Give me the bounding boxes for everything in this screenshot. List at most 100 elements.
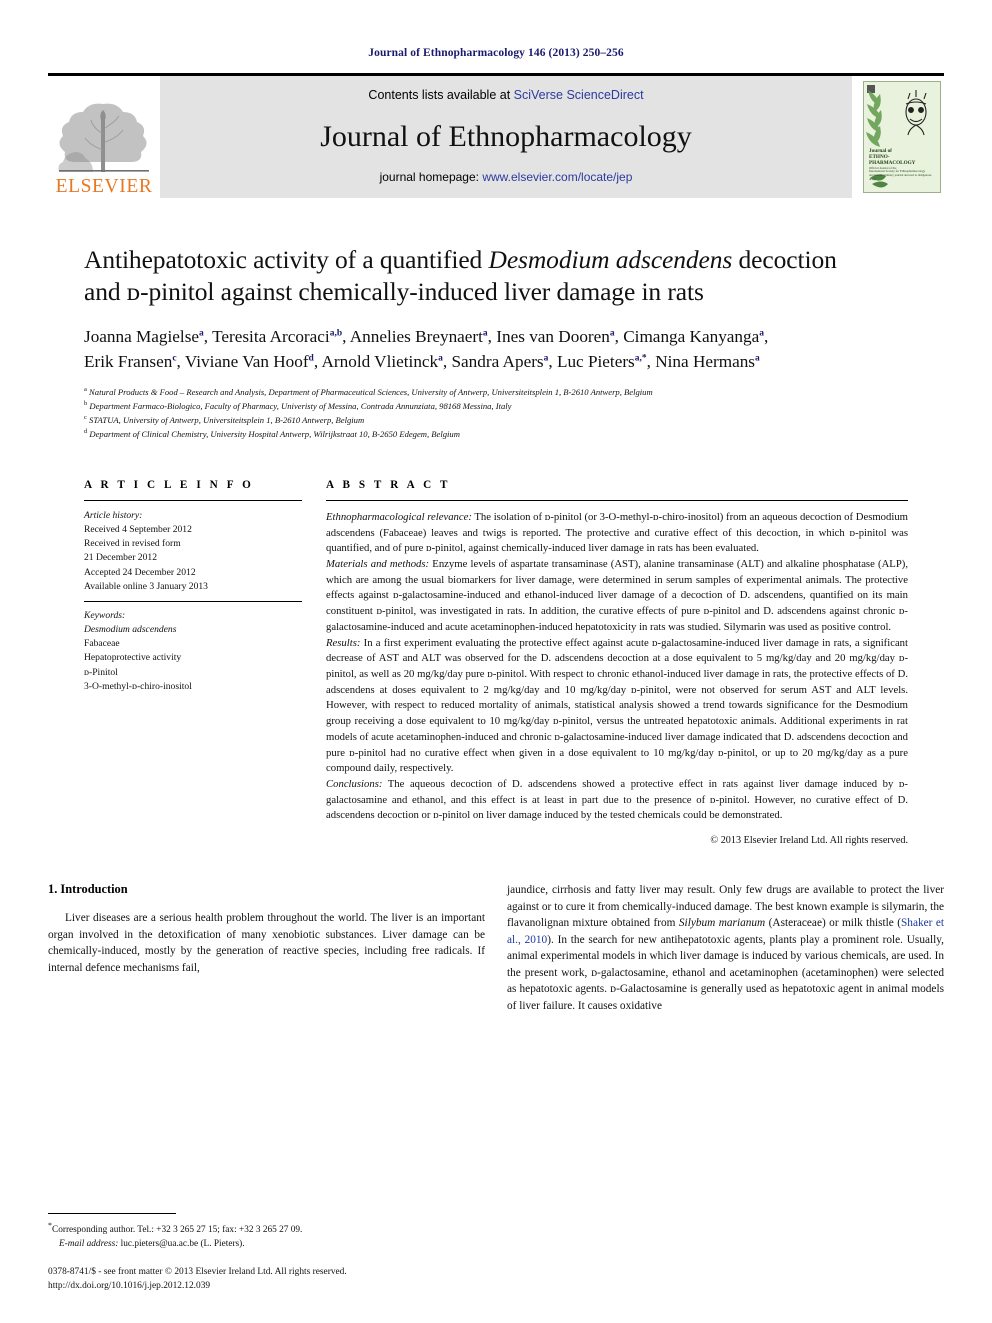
abstract-paragraph-label: Results: bbox=[326, 636, 361, 649]
author-affil-mark: a bbox=[438, 352, 443, 363]
body-paragraph-right: jaundice, cirrhosis and fatty liver may … bbox=[507, 882, 944, 1014]
body-column-left: 1. Introduction Liver diseases are a ser… bbox=[48, 882, 485, 1014]
email-label: E-mail address: bbox=[59, 1238, 119, 1249]
author-item[interactable]: Teresita Arcoracia,b bbox=[212, 327, 342, 346]
affiliation-mark: b bbox=[84, 400, 88, 408]
homepage-url-link[interactable]: www.elsevier.com/locate/jep bbox=[482, 170, 632, 184]
history-item: 21 December 2012 bbox=[84, 552, 157, 564]
author-item[interactable]: Nina Hermansa bbox=[655, 352, 760, 371]
author-affil-mark: a bbox=[482, 328, 488, 339]
affiliation-text: Natural Products & Food – Research and A… bbox=[89, 386, 653, 397]
contents-available-line: Contents lists available at SciVerse Sci… bbox=[368, 88, 643, 102]
history-item: Available online 3 January 2013 bbox=[84, 580, 208, 592]
contents-prefix: Contents lists available at bbox=[368, 88, 511, 102]
body-columns: 1. Introduction Liver diseases are a ser… bbox=[48, 882, 944, 1014]
journal-cover-thumbnail: Journal of ETHNO- PHARMACOLOGY Official … bbox=[852, 76, 944, 198]
elsevier-logo: ELSEVIER bbox=[48, 76, 160, 198]
body-species-name: Silybum marianum bbox=[678, 917, 766, 930]
publisher-footer: 0378-8741/$ - see front matter © 2013 El… bbox=[48, 1265, 478, 1293]
author-affil-mark: c bbox=[172, 352, 177, 363]
article-info-heading: A R T I C L E I N F O bbox=[84, 478, 254, 491]
affiliation-list: a Natural Products & Food – Research and… bbox=[84, 385, 908, 441]
article-history: Article history: Received 4 September 20… bbox=[84, 509, 302, 594]
footnote-area: *Corresponding author. Tel.: +32 3 265 2… bbox=[48, 1213, 478, 1293]
author-name: Teresita Arcoraci bbox=[212, 327, 330, 347]
abstract-paragraph: Ethnopharmacological relevance: The isol… bbox=[326, 510, 908, 557]
homepage-prefix: journal homepage: bbox=[379, 170, 479, 184]
keyword-list: Keywords: Desmodium adscendens Fabaceae … bbox=[84, 609, 302, 694]
doi-line[interactable]: http://dx.doi.org/10.1016/j.jep.2012.12.… bbox=[48, 1279, 478, 1293]
author-name: Annelies Breynaert bbox=[349, 327, 483, 347]
affiliation-item: b Department Farmaco-Biologico, Faculty … bbox=[84, 399, 908, 413]
abstract-copyright: © 2013 Elsevier Ireland Ltd. All rights … bbox=[710, 835, 908, 847]
corresponding-author-note: *Corresponding author. Tel.: +32 3 265 2… bbox=[48, 1220, 478, 1237]
cover-title: Journal of ETHNO- PHARMACOLOGY bbox=[869, 148, 915, 166]
history-item: Received 4 September 2012 bbox=[84, 523, 192, 535]
abstract-paragraph-text: The aqueous decoction of D. adscendens s… bbox=[326, 778, 908, 822]
divider bbox=[84, 600, 302, 602]
affiliation-mark: c bbox=[84, 413, 87, 421]
article-info-column: A R T I C L E I N F O Article history: R… bbox=[84, 479, 302, 846]
abstract-paragraph-label: Materials and methods: bbox=[326, 557, 430, 570]
author-name: Sandra Apers bbox=[451, 351, 544, 371]
title-part-1: Antihepatotoxic activity of a quantified bbox=[84, 245, 489, 274]
keyword-item: Hepatoprotective activity bbox=[84, 652, 182, 664]
author-name: Joanna Magielse bbox=[84, 327, 200, 347]
author-item[interactable]: Luc Pietersa,* bbox=[557, 352, 647, 371]
info-and-abstract: A R T I C L E I N F O Article history: R… bbox=[84, 479, 908, 846]
body-column-right: jaundice, cirrhosis and fatty liver may … bbox=[507, 882, 944, 1014]
author-affil-mark: a bbox=[755, 352, 760, 363]
author-name: Arnold Vlietinck bbox=[321, 351, 439, 371]
email-address[interactable]: luc.pieters@ua.ac.be (L. Pieters). bbox=[121, 1239, 245, 1249]
title-species-name: Desmodium adscendens bbox=[488, 245, 733, 274]
author-affil-mark: a bbox=[199, 328, 204, 339]
affiliation-item: d Department of Clinical Chemistry, Univ… bbox=[84, 427, 908, 441]
issn-line: 0378-8741/$ - see front matter © 2013 El… bbox=[48, 1266, 347, 1277]
affiliation-mark: d bbox=[84, 427, 88, 435]
journal-masthead: ELSEVIER Contents lists available at Sci… bbox=[48, 73, 944, 198]
history-item: Accepted 24 December 2012 bbox=[84, 566, 196, 578]
author-name: Nina Hermans bbox=[655, 351, 755, 371]
body-paragraph-left: Liver diseases are a serious health prob… bbox=[48, 912, 485, 974]
author-name: Ines van Dooren bbox=[496, 327, 610, 347]
author-name: Viviane Van Hoof bbox=[184, 351, 309, 371]
author-affil-mark: a,* bbox=[634, 352, 647, 363]
abstract-body: Ethnopharmacological relevance: The isol… bbox=[326, 510, 908, 824]
cover-sub-line-3: An interdisciplinary journal devoted to … bbox=[869, 173, 932, 182]
section-heading-introduction: 1. Introduction bbox=[48, 882, 128, 897]
author-item[interactable]: Annelies Breynaerta bbox=[350, 327, 488, 346]
keywords-label: Keywords: bbox=[84, 609, 126, 621]
title-line-2: and ᴅ-pinitol against chemically-induced… bbox=[84, 277, 704, 307]
author-name: Erik Fransen bbox=[84, 351, 173, 371]
keyword-item: ᴅ-Pinitol bbox=[84, 666, 118, 678]
author-item[interactable]: Cimanga Kanyangaa bbox=[623, 327, 764, 346]
author-item[interactable]: Arnold Vlietincka bbox=[322, 352, 443, 371]
abstract-paragraph: Results: In a first experiment evaluatin… bbox=[326, 636, 908, 777]
author-item[interactable]: Viviane Van Hoofd bbox=[185, 352, 314, 371]
author-affil-mark: a bbox=[609, 328, 615, 339]
author-item[interactable]: Ines van Doorena bbox=[496, 327, 614, 346]
email-note: E-mail address: luc.pieters@ua.ac.be (L.… bbox=[48, 1238, 478, 1251]
sciencedirect-link[interactable]: SciVerse ScienceDirect bbox=[514, 88, 644, 102]
affiliation-text: Department Farmaco-Biologico, Faculty of… bbox=[89, 400, 512, 411]
cover-subtitle: Official Journal of the International So… bbox=[869, 166, 936, 182]
author-affil-mark: d bbox=[308, 352, 314, 363]
divider bbox=[84, 499, 302, 501]
affiliation-mark: a bbox=[84, 386, 87, 394]
author-item[interactable]: Sandra Apersa bbox=[451, 352, 548, 371]
author-item[interactable]: Erik Fransenc bbox=[84, 352, 177, 371]
running-head: Journal of Ethnopharmacology 146 (2013) … bbox=[368, 47, 624, 59]
article-page: Journal of Ethnopharmacology 146 (2013) … bbox=[0, 0, 992, 1323]
keyword-item: Fabaceae bbox=[84, 638, 120, 650]
abstract-paragraph-text: In a first experiment evaluating the pro… bbox=[326, 636, 908, 775]
author-affil-mark: a bbox=[543, 352, 549, 363]
author-name: Cimanga Kanyanga bbox=[623, 327, 760, 347]
abstract-heading: A B S T R A C T bbox=[326, 478, 451, 491]
affiliation-item: c STATUA, University of Antwerp, Univers… bbox=[84, 413, 908, 427]
abstract-column: A B S T R A C T Ethnopharmacological rel… bbox=[326, 479, 908, 846]
keyword-item: Desmodium adscendens bbox=[84, 624, 177, 636]
author-item[interactable]: Joanna Magielsea bbox=[84, 327, 204, 346]
keyword-item: 3-O-methyl-ᴅ-chiro-inositol bbox=[84, 680, 192, 692]
elsevier-wordmark: ELSEVIER bbox=[55, 175, 153, 197]
abstract-paragraph: Conclusions: The aqueous decoction of D.… bbox=[326, 777, 908, 824]
